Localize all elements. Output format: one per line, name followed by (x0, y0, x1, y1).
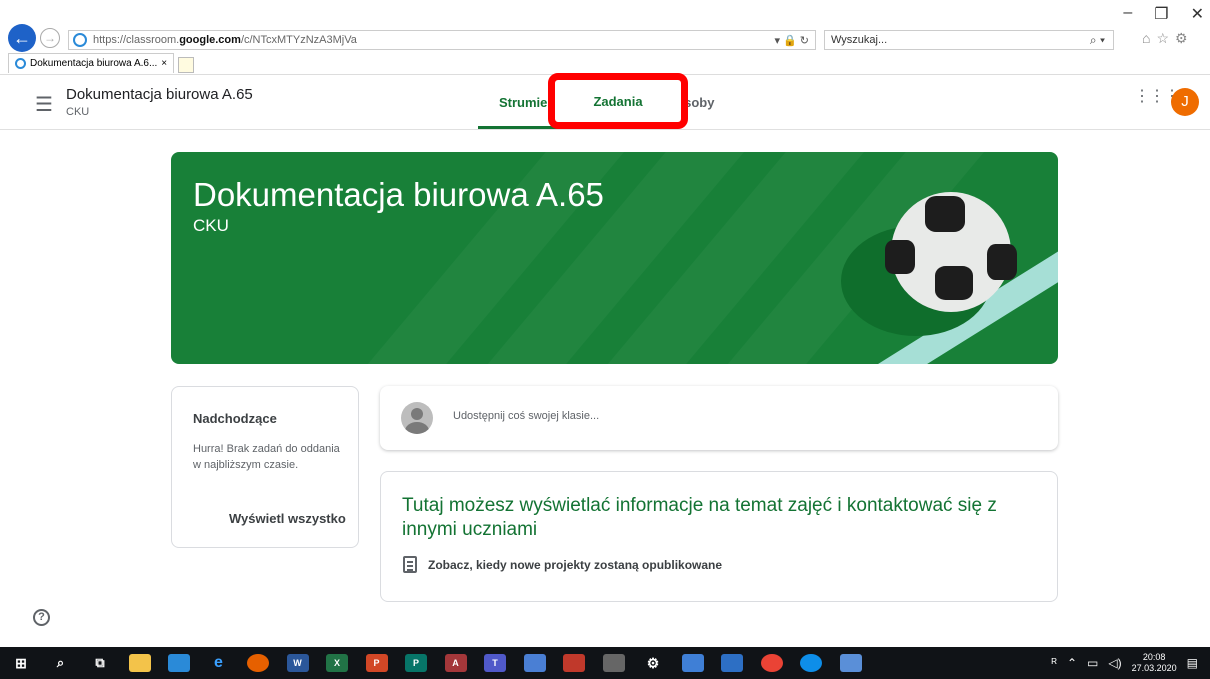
teams-icon[interactable]: T (484, 654, 506, 672)
clock[interactable]: 20:08 27.03.2020 (1132, 652, 1177, 674)
tab-stream[interactable]: Strumień (499, 95, 555, 110)
ball-patch (935, 266, 973, 300)
people-icon[interactable]: ᴿ (1052, 656, 1057, 670)
volume-icon[interactable]: ◁) (1108, 656, 1121, 670)
avatar[interactable]: J (1171, 88, 1199, 116)
clock-time: 20:08 (1142, 652, 1166, 662)
nav-buttons: ← → (8, 24, 60, 52)
menu-icon[interactable]: ☰ (35, 92, 53, 117)
excel-icon[interactable]: X (326, 654, 348, 672)
forward-button[interactable]: → (40, 28, 60, 48)
upcoming-card: Nadchodzące Hurra! Brak zadań do oddania… (171, 386, 359, 548)
url-text: https://classroom.google.com/c/NTcxMTYzN… (93, 34, 357, 46)
app-icon-3[interactable] (721, 654, 743, 672)
info-subtitle: Zobacz, kiedy nowe projekty zostaną opub… (428, 558, 723, 572)
internet-explorer-icon[interactable]: e (208, 654, 230, 672)
tab-close-icon[interactable]: × (161, 58, 167, 69)
search-icon[interactable]: ⌕ ▾ (1090, 33, 1105, 48)
settings-icon[interactable]: ⚙ (642, 654, 664, 672)
task-view-icon[interactable]: ⧉ (89, 654, 111, 672)
close-window-icon[interactable]: ✕ (1191, 4, 1204, 24)
system-tray: ᴿ ⌃ ▭ ◁) 20:08 27.03.2020 ▤ (1052, 647, 1210, 679)
app-icon-4[interactable] (839, 654, 862, 672)
file-explorer-icon[interactable] (128, 654, 151, 672)
highlight-label: Zadania (593, 94, 643, 109)
back-button[interactable]: ← (8, 24, 36, 52)
assignment-icon (403, 556, 417, 573)
notification-icon[interactable]: ▤ (1187, 656, 1198, 670)
share-placeholder: Udostępnij coś swojej klasie... (453, 410, 600, 422)
search-icon[interactable]: ⌕ (50, 654, 72, 672)
network-icon[interactable]: ▭ (1087, 656, 1098, 670)
word-icon[interactable]: W (286, 654, 309, 672)
app-icon[interactable] (563, 654, 585, 672)
upcoming-text: Hurra! Brak zadań do oddania w najbliższ… (193, 443, 340, 471)
teamviewer-icon[interactable] (800, 654, 822, 672)
browser-chrome: – ❐ ✕ ← → https://classroom.google.com/c… (0, 0, 1210, 78)
chrome-icon[interactable] (760, 654, 783, 672)
home-icon[interactable]: ⌂ (1142, 30, 1156, 46)
ball-patch (925, 196, 965, 232)
save-disk-icon[interactable] (523, 654, 546, 672)
address-bar[interactable]: https://classroom.google.com/c/NTcxMTYzN… (68, 30, 816, 50)
upcoming-title: Nadchodzące (193, 411, 277, 426)
app-icon-2[interactable] (681, 654, 704, 672)
browser-tab[interactable]: Dokumentacja biurowa A.6... × (8, 53, 175, 73)
share-box[interactable]: Udostępnij coś swojej klasie... (380, 386, 1058, 450)
apps-grid-icon[interactable]: ⋮⋮⋮ (1134, 89, 1180, 105)
firefox-icon[interactable] (247, 654, 269, 672)
calculator-icon[interactable] (602, 654, 625, 672)
course-banner: Dokumentacja biurowa A.65 CKU (171, 152, 1058, 364)
soccer-ball-icon (885, 192, 1017, 312)
banner-subtitle: CKU (193, 216, 229, 235)
toolbar-icons: ⌂☆⚙ (1142, 30, 1194, 47)
profile-avatar-icon (401, 402, 433, 434)
window-controls: – ❐ ✕ (1123, 4, 1204, 24)
ie-icon (73, 33, 87, 47)
windows-start-icon[interactable]: ⊞ (10, 654, 32, 672)
classwork-tab-highlight[interactable]: Zadania (548, 73, 688, 129)
windows-taskbar: ⊞ ⌕ ⧉ e W X P P A T ⚙ ᴿ ⌃ ▭ ◁) 20:08 27.… (0, 647, 1210, 679)
powerpoint-icon[interactable]: P (365, 654, 388, 672)
course-title[interactable]: Dokumentacja biurowa A.65 (66, 86, 253, 103)
search-placeholder: Wyszukaj... (831, 34, 888, 46)
tab-title: Dokumentacja biurowa A.6... (30, 58, 158, 69)
banner-title: Dokumentacja biurowa A.65 (193, 176, 604, 213)
view-all-link[interactable]: Wyświetl wszystko (229, 511, 346, 526)
new-tab-button[interactable] (178, 57, 195, 73)
course-subtitle: CKU (66, 106, 90, 118)
tab-row: Dokumentacja biurowa A.6... × (8, 53, 195, 73)
gear-icon[interactable]: ⚙ (1175, 30, 1194, 46)
ball-patch (987, 244, 1017, 280)
info-title: Tutaj możesz wyświetlać informacje na te… (402, 495, 997, 540)
help-icon[interactable]: ? (33, 609, 50, 626)
tab-ie-icon (15, 58, 26, 69)
browser-search-box[interactable]: Wyszukaj... ⌕ ▾ (824, 30, 1114, 50)
lock-refresh-icon[interactable]: ▾ 🔒 ↻ (774, 34, 809, 47)
mail-icon[interactable] (168, 654, 190, 672)
access-icon[interactable]: A (444, 654, 467, 672)
chevron-up-icon[interactable]: ⌃ (1067, 656, 1077, 670)
restore-icon[interactable]: ❐ (1154, 4, 1168, 24)
ball-patch (885, 240, 915, 274)
favorites-icon[interactable]: ☆ (1156, 30, 1175, 46)
info-card: Tutaj możesz wyświetlać informacje na te… (380, 471, 1058, 602)
publisher-icon[interactable]: P (405, 654, 427, 672)
minimize-icon[interactable]: – (1123, 4, 1132, 24)
clock-date: 27.03.2020 (1131, 663, 1177, 673)
